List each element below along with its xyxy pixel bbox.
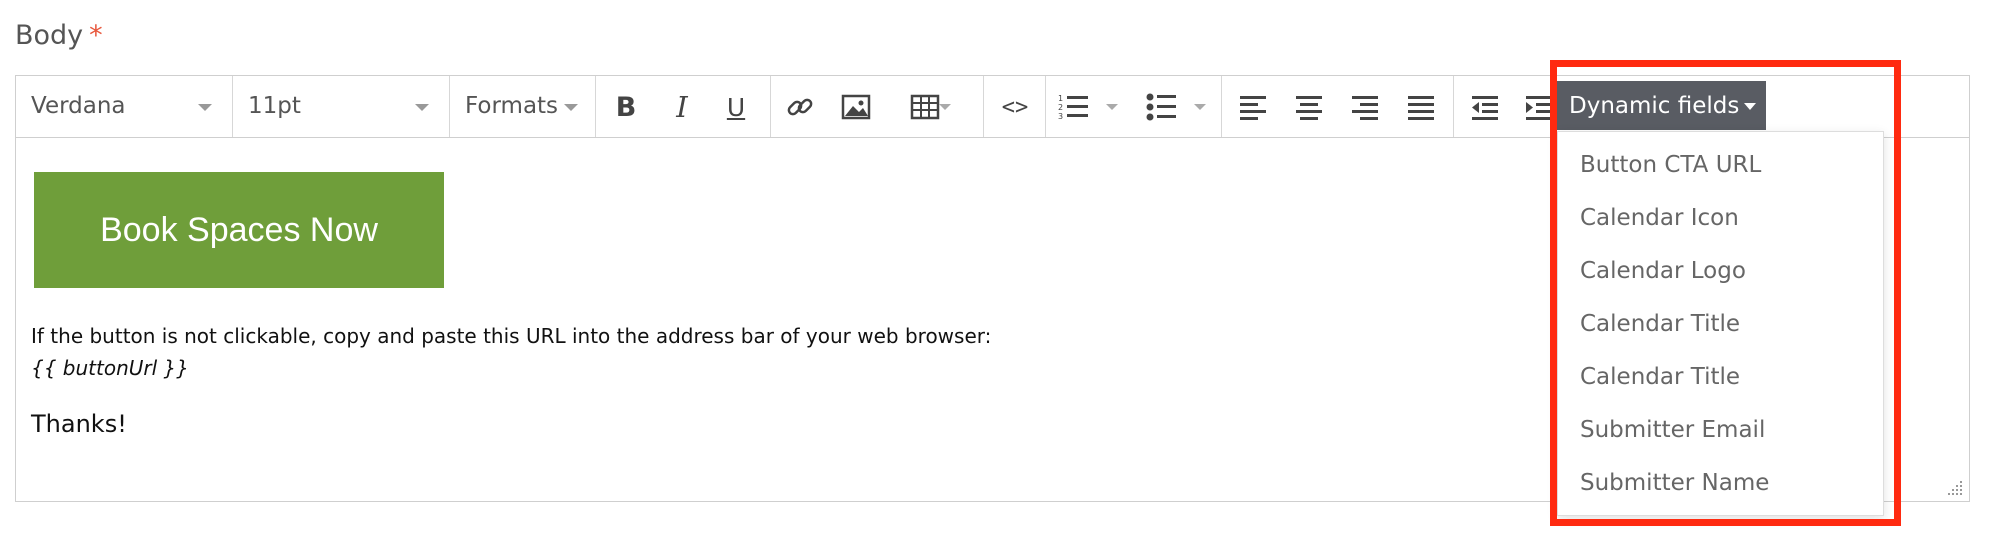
menu-item-calendar-logo[interactable]: Calendar Logo	[1580, 258, 1746, 284]
menu-item-calendar-title[interactable]: Calendar Title	[1580, 311, 1740, 337]
bold-button[interactable]: B	[608, 88, 644, 126]
font-size-select[interactable]: 11pt	[233, 76, 450, 137]
indent-group	[1454, 76, 1557, 137]
font-family-select[interactable]: Verdana	[16, 76, 233, 137]
chevron-down-icon	[198, 104, 212, 111]
svg-text:2: 2	[1058, 103, 1063, 112]
bullet-list-button[interactable]	[1146, 88, 1212, 126]
instructions-text: If the button is not clickable, copy and…	[31, 324, 992, 348]
menu-item-button-cta-url[interactable]: Button CTA URL	[1580, 152, 1761, 178]
menu-item-submitter-email[interactable]: Submitter Email	[1580, 417, 1765, 443]
chevron-down-icon	[1106, 104, 1118, 110]
align-left-icon	[1240, 96, 1266, 120]
formats-label: Formats	[465, 93, 559, 119]
font-size-value: 11pt	[248, 93, 301, 119]
source-code-button[interactable]: <>	[996, 88, 1034, 126]
align-center-icon	[1296, 96, 1322, 120]
indent-button[interactable]	[1520, 88, 1558, 126]
dynamic-fields-button[interactable]: Dynamic fields	[1557, 81, 1766, 130]
insert-group	[771, 76, 984, 137]
book-spaces-button[interactable]: Book Spaces Now	[34, 172, 444, 288]
code-icon: <>	[1001, 94, 1029, 120]
closing-text: Thanks!	[31, 410, 127, 438]
menu-item-calendar-icon[interactable]: Calendar Icon	[1580, 205, 1739, 231]
resize-handle-icon[interactable]	[1947, 479, 1963, 495]
justify-button[interactable]	[1402, 88, 1440, 126]
button-url-placeholder: {{ buttonUrl }}	[31, 356, 189, 380]
dynamic-fields-menu: Button CTA URL Calendar Icon Calendar Lo…	[1557, 131, 1884, 516]
align-center-button[interactable]	[1290, 88, 1328, 126]
alignment-group	[1222, 76, 1454, 137]
chevron-down-icon	[415, 104, 429, 111]
italic-icon: I	[676, 90, 688, 124]
list-group: 1 2 3	[1046, 76, 1222, 137]
text-style-group: B I U	[596, 76, 771, 137]
underline-button[interactable]: U	[718, 88, 754, 126]
bullet-list-icon	[1146, 93, 1176, 121]
caret-down-icon	[1744, 103, 1756, 110]
image-icon	[841, 94, 871, 120]
outdent-button[interactable]	[1466, 88, 1504, 126]
required-asterisk: *	[89, 20, 103, 51]
underline-icon: U	[726, 92, 746, 122]
formats-select[interactable]: Formats	[450, 76, 596, 137]
chevron-down-icon	[1194, 104, 1206, 110]
editor-toolbar: Verdana 11pt Formats B I U <> 1 2 3 Dyna…	[16, 76, 1969, 138]
chevron-down-icon	[564, 104, 578, 111]
dynamic-fields-label: Dynamic fields	[1569, 93, 1740, 119]
bold-icon: B	[615, 91, 637, 123]
menu-item-submitter-name[interactable]: Submitter Name	[1580, 470, 1769, 496]
code-group: <>	[984, 76, 1046, 137]
numbered-list-button[interactable]: 1 2 3	[1058, 88, 1124, 126]
image-button[interactable]	[837, 88, 875, 126]
table-button[interactable]	[895, 88, 955, 126]
menu-item-calendar-title-2[interactable]: Calendar Title	[1580, 364, 1740, 390]
link-icon	[787, 98, 813, 116]
align-right-icon	[1352, 96, 1378, 120]
indent-icon	[1526, 96, 1552, 120]
svg-text:1: 1	[1058, 94, 1063, 103]
align-justify-icon	[1408, 96, 1434, 120]
font-family-value: Verdana	[31, 93, 126, 119]
body-field-label: Body *	[15, 20, 103, 51]
align-right-button[interactable]	[1346, 88, 1384, 126]
body-label-text: Body	[15, 20, 84, 51]
link-button[interactable]	[781, 88, 819, 126]
table-icon	[910, 94, 940, 120]
svg-text:3: 3	[1058, 112, 1063, 121]
italic-button[interactable]: I	[664, 88, 700, 126]
outdent-icon	[1472, 96, 1498, 120]
numbered-list-icon: 1 2 3	[1058, 94, 1088, 121]
align-left-button[interactable]	[1234, 88, 1272, 126]
chevron-down-icon	[939, 104, 951, 110]
rich-text-editor: Verdana 11pt Formats B I U <> 1 2 3 Dyna…	[15, 75, 1970, 516]
